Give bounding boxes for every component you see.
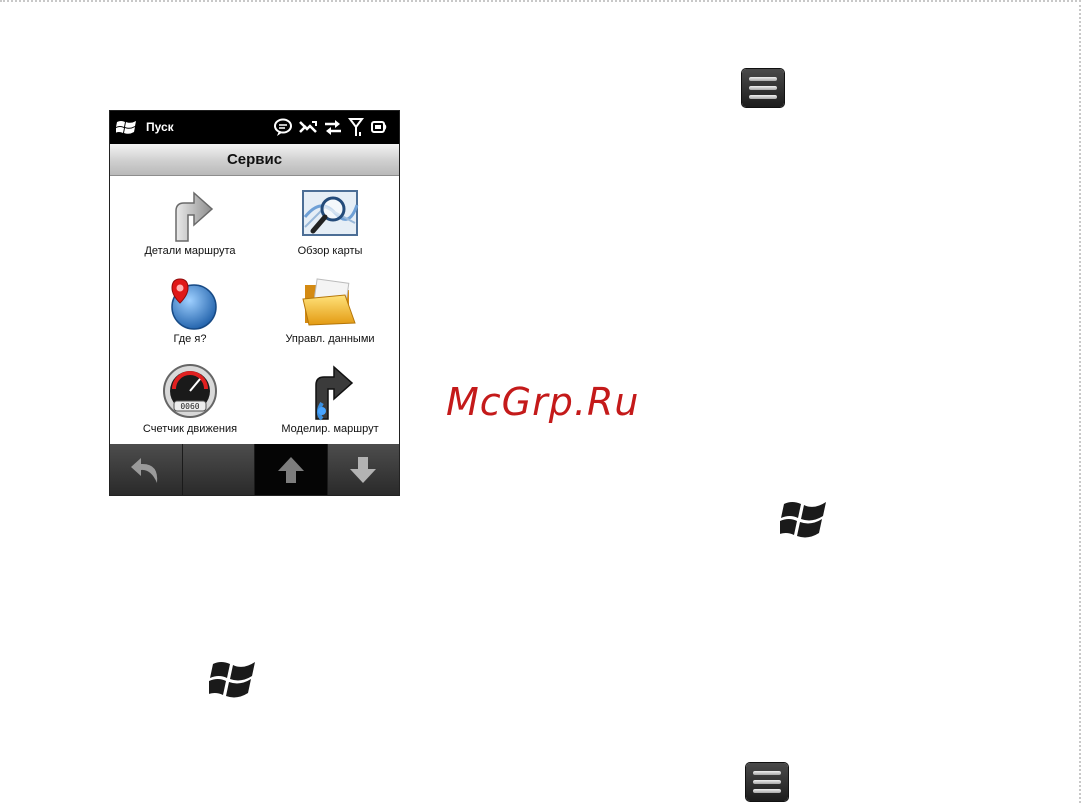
back-icon <box>130 457 157 483</box>
watermark: McGrp.Ru <box>446 380 640 424</box>
windows-start-icon[interactable] <box>116 119 138 137</box>
tile-route-simulation[interactable]: Моделир. маршрут <box>260 363 399 435</box>
location-globe-icon <box>171 278 217 330</box>
tile-route-details[interactable]: Детали маршрута <box>120 187 260 257</box>
scroll-down-button[interactable] <box>328 444 400 495</box>
status-bar: Пуск <box>110 111 399 144</box>
page-right-border <box>1073 0 1081 803</box>
menu-icon-bottom <box>746 763 788 801</box>
arrow-up-icon <box>277 456 304 483</box>
windows-logo-icon-left <box>209 662 255 698</box>
route-simulation-icon <box>315 365 354 421</box>
tile-where-am-i[interactable]: Где я? <box>120 275 260 345</box>
menu-icon <box>742 69 784 107</box>
windows-logo-icon <box>780 502 826 538</box>
tile-label: Детали маршрута <box>144 245 236 257</box>
volume-icon[interactable] <box>369 117 389 137</box>
folder-icon <box>302 278 356 326</box>
tile-label: Счетчик движения <box>142 423 238 435</box>
start-label[interactable]: Пуск <box>146 120 174 134</box>
screen-title: Сервис <box>110 144 399 176</box>
blank-button <box>183 444 255 495</box>
device-screenshot: Пуск Сервис Детали маршрута Обзор карты … <box>109 110 400 496</box>
tile-label: Моделир. маршрут <box>281 423 379 435</box>
page-top-border <box>0 0 1081 8</box>
scroll-up-button[interactable] <box>255 444 328 495</box>
tile-trip-computer[interactable]: 0060 Счетчик движения <box>120 363 260 435</box>
connection-icon[interactable] <box>298 117 318 137</box>
arrow-down-icon <box>350 456 377 483</box>
tile-data-management[interactable]: Управл. данными <box>260 275 399 345</box>
sync-arrows-icon[interactable] <box>323 117 343 137</box>
signal-icon[interactable] <box>348 117 364 137</box>
back-button[interactable] <box>110 444 183 495</box>
tile-label: Управл. данными <box>285 333 375 345</box>
message-icon[interactable] <box>273 117 293 137</box>
tile-map-overview[interactable]: Обзор карты <box>260 187 399 257</box>
tile-label: Обзор карты <box>297 245 363 257</box>
svg-text:0060: 0060 <box>180 402 199 411</box>
map-magnifier-icon <box>302 190 359 236</box>
turn-arrow-icon <box>175 191 214 242</box>
tile-label: Где я? <box>173 333 207 345</box>
speedometer-icon: 0060 <box>163 364 217 418</box>
status-icons <box>273 117 389 137</box>
bottom-toolbar <box>110 444 399 495</box>
